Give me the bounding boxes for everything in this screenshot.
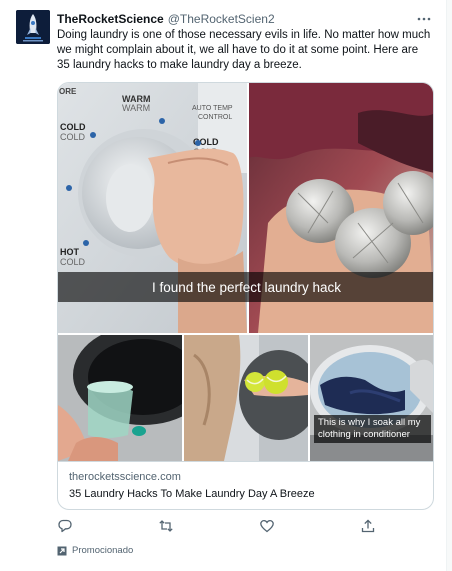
svg-text:HOT: HOT xyxy=(60,247,80,257)
promoted-label: Promocionado xyxy=(57,545,133,556)
tweet-actions xyxy=(57,518,392,538)
svg-text:COLD: COLD xyxy=(60,122,86,132)
svg-text:WARM: WARM xyxy=(122,103,150,113)
retweet-icon[interactable] xyxy=(158,518,174,534)
like-icon[interactable] xyxy=(259,518,275,534)
author-name[interactable]: TheRocketScience xyxy=(57,12,164,26)
promoted-icon xyxy=(57,546,67,555)
thumb-caption: This is why I soak all my clothing in co… xyxy=(314,415,431,443)
svg-text:AUTO TEMP: AUTO TEMP xyxy=(192,105,233,112)
thumb-tennis-balls xyxy=(184,335,308,461)
link-card[interactable]: ORE WARM WARM AUTO TEMP CONTROL COLD COL… xyxy=(57,82,434,510)
more-options-icon[interactable] xyxy=(416,12,432,24)
reply-icon[interactable] xyxy=(57,518,73,534)
card-domain: therocketsscience.com xyxy=(69,471,181,483)
card-title[interactable]: 35 Laundry Hacks To Make Laundry Day A B… xyxy=(69,488,424,500)
svg-text:COLD: COLD xyxy=(60,132,86,142)
main-image: ORE WARM WARM AUTO TEMP CONTROL COLD COL… xyxy=(58,83,433,333)
tennis-balls-photo xyxy=(184,335,308,461)
author-handle[interactable]: @TheRocketScien2 xyxy=(168,12,275,26)
svg-text:ORE: ORE xyxy=(59,87,77,96)
promoted-text: Promocionado xyxy=(72,545,134,556)
svg-text:CONTROL: CONTROL xyxy=(198,114,232,121)
thumb-measuring-cup xyxy=(58,335,182,461)
card-meta: therocketsscience.com 35 Laundry Hacks T… xyxy=(58,461,433,509)
tweet-container: TheRocketScience @TheRocketScien2 Doing … xyxy=(0,0,447,571)
rocket-icon xyxy=(16,10,50,44)
share-icon[interactable] xyxy=(360,518,376,534)
measuring-cup-photo xyxy=(58,335,182,461)
svg-text:COLD: COLD xyxy=(60,257,86,267)
main-image-caption: I found the perfect laundry hack xyxy=(58,272,433,302)
thumb-soaking-clothes: This is why I soak all my clothing in co… xyxy=(310,335,433,461)
avatar[interactable] xyxy=(16,10,50,44)
tweet-text: Doing laundry is one of those necessary … xyxy=(57,29,431,71)
